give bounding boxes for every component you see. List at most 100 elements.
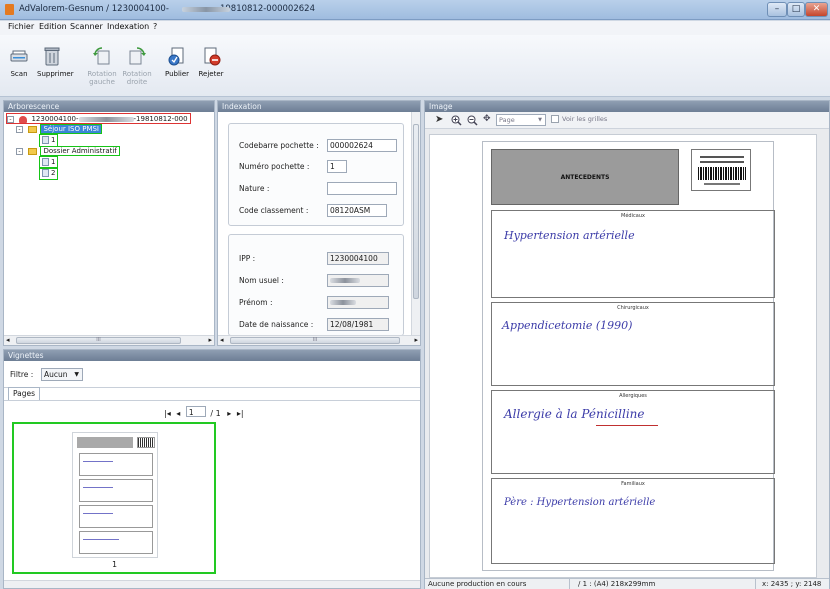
pochette-group: Codebarre pochette : 000002624 Numéro po… [228, 123, 404, 226]
filter-select[interactable]: Aucun ▼ [41, 368, 83, 381]
reject-button[interactable]: Rejeter [196, 39, 226, 95]
prenom-field[interactable] [327, 296, 389, 309]
section-familiaux-caption: Familiaux [621, 481, 645, 487]
tree-folder-sejour-label: Séjour ISO PMSI [40, 124, 102, 134]
section-familiaux-handwriting: Père : Hypertension artérielle [504, 497, 656, 508]
page-thumbnail[interactable]: 1 [12, 422, 216, 574]
collapse-icon[interactable]: - [16, 147, 23, 155]
scan-button[interactable]: Scan [5, 39, 33, 95]
tree-panel-title: Arborescence [4, 101, 214, 112]
redacted-name [78, 117, 134, 122]
zoom-select[interactable]: Page ▼ [496, 114, 546, 126]
page-icon [42, 158, 49, 166]
window-title-text: AdValorem-Gesnum / 1230004100- [19, 4, 169, 14]
indexation-vscroll[interactable] [411, 112, 420, 336]
thumbnails-scrollbar[interactable] [4, 580, 420, 588]
section-allergiques-caption: Allergiques [619, 393, 647, 399]
tree-page-label: 2 [51, 169, 56, 177]
tree-folder-sejour[interactable]: - Séjour ISO PMSI [6, 124, 212, 135]
tree-scroll-thumb[interactable]: III [16, 337, 181, 344]
toolbar: Scan Supprimer Rotation gauche Rotation … [0, 35, 830, 97]
delete-label: Supprimer [37, 70, 74, 78]
status-coordinates: x: 2435 ; y: 2148 [755, 579, 821, 589]
chevron-down-icon: ▼ [74, 371, 79, 378]
menu-fichier[interactable]: Fichier [8, 22, 34, 31]
image-panel: Image ➤ ✥ Page ▼ Voir les grilles ANTECED… [424, 100, 830, 589]
codebarre-field[interactable]: 000002624 [327, 139, 397, 152]
folder-icon [28, 147, 38, 155]
rotate-right-icon [129, 47, 146, 65]
filter-label: Filtre : [10, 370, 34, 379]
tree-page[interactable]: 1 [6, 134, 212, 147]
section-medicaux: Médicaux Hypertension artérielle [491, 210, 775, 298]
indexation-panel: Indexation Codebarre pochette : 00000262… [217, 100, 421, 346]
delete-button[interactable]: Supprimer [37, 39, 74, 95]
section-chirurgicaux: Chirurgicaux Appendicetomie (1990) [491, 302, 775, 386]
ipp-field[interactable]: 1230004100 [327, 252, 389, 265]
image-toolbar: ➤ ✥ Page ▼ Voir les grilles [425, 112, 829, 129]
menu-edition[interactable]: Edition [39, 22, 67, 31]
code-classement-field[interactable]: 08120ASM [327, 204, 387, 217]
scroll-left-icon[interactable]: ◂ [6, 336, 10, 344]
section-familiaux: Familiaux Père : Hypertension artérielle [491, 478, 775, 564]
trash-icon [44, 47, 60, 66]
numero-pochette-label: Numéro pochette : [239, 162, 310, 171]
scroll-right-icon[interactable]: ▸ [414, 336, 418, 344]
page-icon [42, 169, 49, 177]
page-number-input[interactable]: 1 [185, 406, 206, 417]
close-button[interactable]: ✕ [805, 2, 828, 17]
document-header: ANTECEDENTS [560, 174, 610, 181]
menu-help[interactable]: ? [153, 22, 157, 31]
first-page-icon[interactable]: |◂ [164, 409, 171, 418]
grid-checkbox-label: Voir les grilles [562, 115, 608, 123]
rotate-left-icon [93, 47, 110, 65]
next-page-icon[interactable]: ▸ [227, 409, 231, 418]
maximize-button[interactable]: □ [787, 2, 805, 17]
scroll-right-icon[interactable]: ▸ [208, 336, 212, 344]
indexation-hscroll[interactable]: ◂ III ▸ [218, 335, 420, 345]
indexation-vscroll-thumb[interactable] [413, 124, 419, 299]
scroll-left-icon[interactable]: ◂ [220, 336, 224, 344]
scan-label: Scan [10, 70, 28, 78]
collapse-icon[interactable]: - [16, 125, 23, 133]
tree-root-suffix: -19810812-000 [133, 115, 188, 123]
rotate-right-label: Rotation droite [122, 70, 152, 86]
page-icon [42, 136, 49, 144]
publish-button[interactable]: Publier [163, 39, 191, 95]
tree-page[interactable]: 2 [6, 167, 212, 180]
rotate-left-button[interactable]: Rotation gauche [87, 39, 117, 95]
tree-page-label: 1 [51, 158, 56, 166]
rotate-left-label: Rotation gauche [87, 70, 117, 86]
numero-pochette-field[interactable]: 1 [327, 160, 347, 173]
collapse-icon[interactable]: - [7, 115, 14, 123]
patient-label-sticker [691, 149, 751, 191]
tab-pages[interactable]: Pages [8, 387, 40, 400]
image-viewport[interactable]: ANTECEDENTS Médicaux Hypertension artéri… [429, 134, 817, 578]
page-navigator: |◂ ◂ 1 / 1 ▸ ▸| [164, 405, 274, 418]
hand-icon[interactable]: ✥ [483, 114, 491, 124]
tree-panel: Arborescence - 1230004100- -19810812-000 … [3, 100, 215, 346]
rotate-right-button[interactable]: Rotation droite [122, 39, 152, 95]
tree-root[interactable]: - 1230004100- -19810812-000 [6, 113, 191, 124]
minimize-button[interactable]: – [767, 2, 787, 17]
nom-usuel-field[interactable] [327, 274, 389, 287]
menu-indexation[interactable]: Indexation [107, 22, 149, 31]
date-naissance-field[interactable]: 12/08/1981 [327, 318, 389, 331]
section-allergiques: Allergiques Allergie à la Pénicilline [491, 390, 775, 474]
prenom-label: Prénom : [239, 298, 273, 307]
tree-folder-admin[interactable]: - Dossier Administratif [6, 146, 212, 157]
grid-checkbox[interactable] [551, 115, 559, 123]
last-page-icon[interactable]: ▸| [237, 409, 244, 418]
nature-field[interactable] [327, 182, 397, 195]
tree-page-label: 1 [51, 136, 56, 144]
section-medicaux-handwriting: Hypertension artérielle [504, 229, 635, 242]
pointer-icon[interactable]: ➤ [435, 114, 443, 125]
prev-page-icon[interactable]: ◂ [176, 409, 180, 418]
menu-scanner[interactable]: Scanner [70, 22, 103, 31]
zoom-out-icon[interactable] [467, 115, 478, 126]
tree-page[interactable]: 1 [6, 156, 212, 169]
window-title-suffix: -19810812-000002624 [216, 4, 315, 14]
indexation-hscroll-thumb[interactable]: III [230, 337, 400, 344]
zoom-in-icon[interactable] [451, 115, 462, 126]
tree-scrollbar[interactable]: ◂ III ▸ [4, 335, 214, 345]
